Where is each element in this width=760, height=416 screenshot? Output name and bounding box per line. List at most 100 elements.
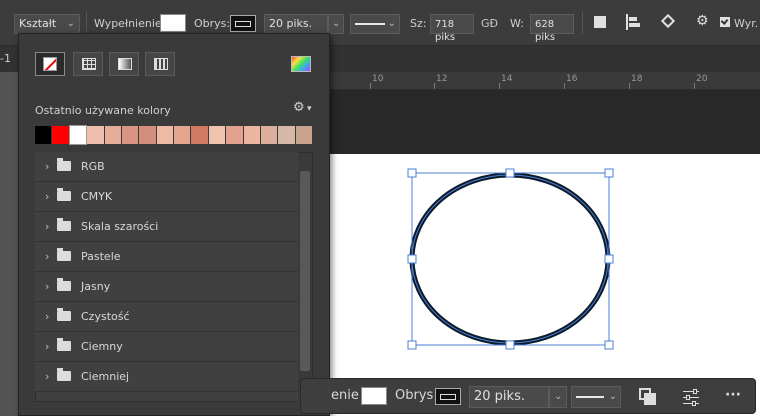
width-input[interactable]: 718 piks — [430, 14, 474, 43]
new-layer-icon[interactable] — [639, 388, 657, 406]
chevron-down-icon: ⌄ — [387, 18, 396, 29]
swatch-folder-darker[interactable]: › Ciemniej — [35, 362, 298, 392]
resize-handle-top-right[interactable] — [604, 168, 614, 178]
resize-handle-top[interactable] — [505, 168, 515, 178]
document-canvas[interactable] — [330, 154, 760, 416]
swatch-folder-rgb[interactable]: › RGB — [35, 152, 298, 182]
swatch-folder-pastels[interactable]: › Pastele — [35, 242, 298, 272]
stroke-swatch[interactable] — [230, 15, 256, 32]
recent-color-swatch[interactable] — [278, 126, 295, 144]
recent-color-swatch[interactable] — [87, 126, 104, 144]
scrollbar-thumb[interactable] — [300, 171, 310, 371]
folder-icon — [57, 368, 71, 381]
align-edges-checkbox[interactable] — [720, 17, 730, 27]
path-alignment-icon[interactable] — [626, 14, 640, 30]
gradient-button[interactable] — [109, 52, 139, 76]
ruler-tick — [499, 83, 500, 89]
recent-color-swatch[interactable] — [208, 126, 226, 144]
folder-name: Ciemniej — [81, 370, 130, 383]
folder-icon — [57, 308, 71, 321]
folder-name: CMYK — [81, 190, 113, 203]
recent-color-swatch[interactable] — [174, 126, 191, 144]
color-picker-icon[interactable] — [291, 56, 311, 72]
shape-mode-value: Kształt — [19, 17, 57, 30]
swatch-folder-light[interactable]: › Jasny — [35, 272, 298, 302]
folder-icon — [57, 188, 71, 201]
chevron-right-icon: › — [45, 370, 50, 383]
recent-color-swatch[interactable] — [295, 126, 312, 144]
stroke-type-dropdown[interactable]: ⌄ — [571, 386, 621, 408]
recent-color-swatch[interactable] — [52, 126, 69, 144]
stroke-line-icon — [576, 396, 604, 398]
folder-name: Ciemny — [81, 340, 123, 353]
folder-name: Czystość — [81, 310, 130, 323]
ruler-label: 14 — [501, 74, 513, 84]
ellipse-shape[interactable] — [409, 172, 611, 346]
recent-color-swatch[interactable] — [191, 126, 208, 144]
chevron-down-icon: ⌄ — [554, 391, 563, 402]
height-input[interactable]: 628 piks — [530, 14, 574, 43]
path-operations-icon[interactable] — [594, 16, 606, 28]
recent-color-swatch[interactable] — [260, 126, 278, 144]
link-icon[interactable]: GĐ — [481, 17, 498, 30]
ruler-tick — [434, 83, 435, 89]
more-options-icon[interactable]: ··· — [725, 387, 741, 403]
height-label: W: — [510, 17, 524, 30]
resize-handle-bottom-right[interactable] — [604, 340, 614, 350]
gear-icon[interactable]: ⚙ — [696, 14, 710, 28]
contextual-task-bar: enie Obrys 20 piks. ⌄ ⌄ ··· — [300, 378, 756, 414]
stroke-label: Obrys: — [194, 17, 231, 30]
swatch-folder-cmyk[interactable]: › CMYK — [35, 182, 298, 212]
stroke-swatch[interactable] — [435, 388, 461, 405]
folder-name: RGB — [81, 160, 105, 173]
recent-color-swatch[interactable] — [35, 126, 52, 144]
shape-mode-dropdown[interactable]: Kształt ⌄ — [14, 14, 80, 34]
stroke-width-input[interactable]: 20 piks. — [264, 14, 328, 34]
swatch-folder-grayscale[interactable]: › Skala szarości — [35, 212, 298, 242]
ruler-tick — [694, 83, 695, 89]
resize-handle-bottom[interactable] — [505, 340, 515, 350]
fill-label: enie — [331, 388, 359, 403]
no-color-button[interactable] — [35, 52, 65, 76]
chevron-right-icon: › — [45, 310, 50, 323]
chevron-down-icon[interactable]: ▾ — [307, 104, 312, 114]
recent-color-swatch[interactable] — [139, 126, 156, 144]
swatch-folder-pure[interactable]: › Czystość — [35, 302, 298, 332]
recent-color-swatch[interactable] — [243, 126, 260, 144]
canvas-artwork — [407, 168, 614, 350]
document-tab[interactable]: -1 — [0, 52, 11, 65]
swatch-folder-dark[interactable]: › Ciemny — [35, 332, 298, 362]
gear-icon[interactable]: ⚙ — [293, 100, 305, 115]
resize-handle-right[interactable] — [604, 254, 614, 264]
path-arrangement-icon[interactable] — [660, 13, 676, 30]
pattern-button[interactable] — [145, 52, 175, 76]
ruler-tick — [629, 83, 630, 89]
height-value: 628 piks — [535, 19, 556, 43]
adjust-settings-icon[interactable] — [683, 388, 701, 406]
resize-handle-left[interactable] — [407, 254, 417, 264]
recent-color-swatch[interactable] — [226, 126, 243, 144]
folder-icon — [57, 218, 71, 231]
folder-name: Jasny — [81, 280, 111, 293]
scrollbar-track[interactable] — [298, 153, 312, 403]
folder-icon — [57, 338, 71, 351]
recent-color-swatch[interactable] — [156, 126, 173, 144]
chevron-right-icon: › — [45, 280, 50, 293]
stroke-type-dropdown[interactable]: ⌄ — [350, 14, 400, 34]
resize-handle-bottom-left[interactable] — [407, 340, 417, 350]
recent-color-swatch[interactable] — [121, 126, 139, 144]
width-value: 718 piks — [435, 19, 456, 43]
chevron-right-icon: › — [45, 220, 50, 233]
width-label: Sz: — [410, 17, 427, 30]
stroke-width-input[interactable]: 20 piks. — [469, 386, 549, 408]
fill-swatch[interactable] — [361, 387, 387, 405]
stroke-width-dropdown[interactable]: ⌄ — [549, 386, 567, 408]
folder-icon — [57, 248, 71, 261]
recent-color-swatch[interactable] — [68, 125, 88, 145]
stroke-width-dropdown[interactable]: ⌄ — [328, 14, 344, 34]
fill-swatch[interactable] — [160, 14, 186, 32]
pasteboard — [330, 90, 760, 416]
solid-color-button[interactable] — [73, 52, 103, 76]
recent-color-swatch[interactable] — [104, 126, 121, 144]
resize-handle-top-left[interactable] — [407, 168, 417, 178]
